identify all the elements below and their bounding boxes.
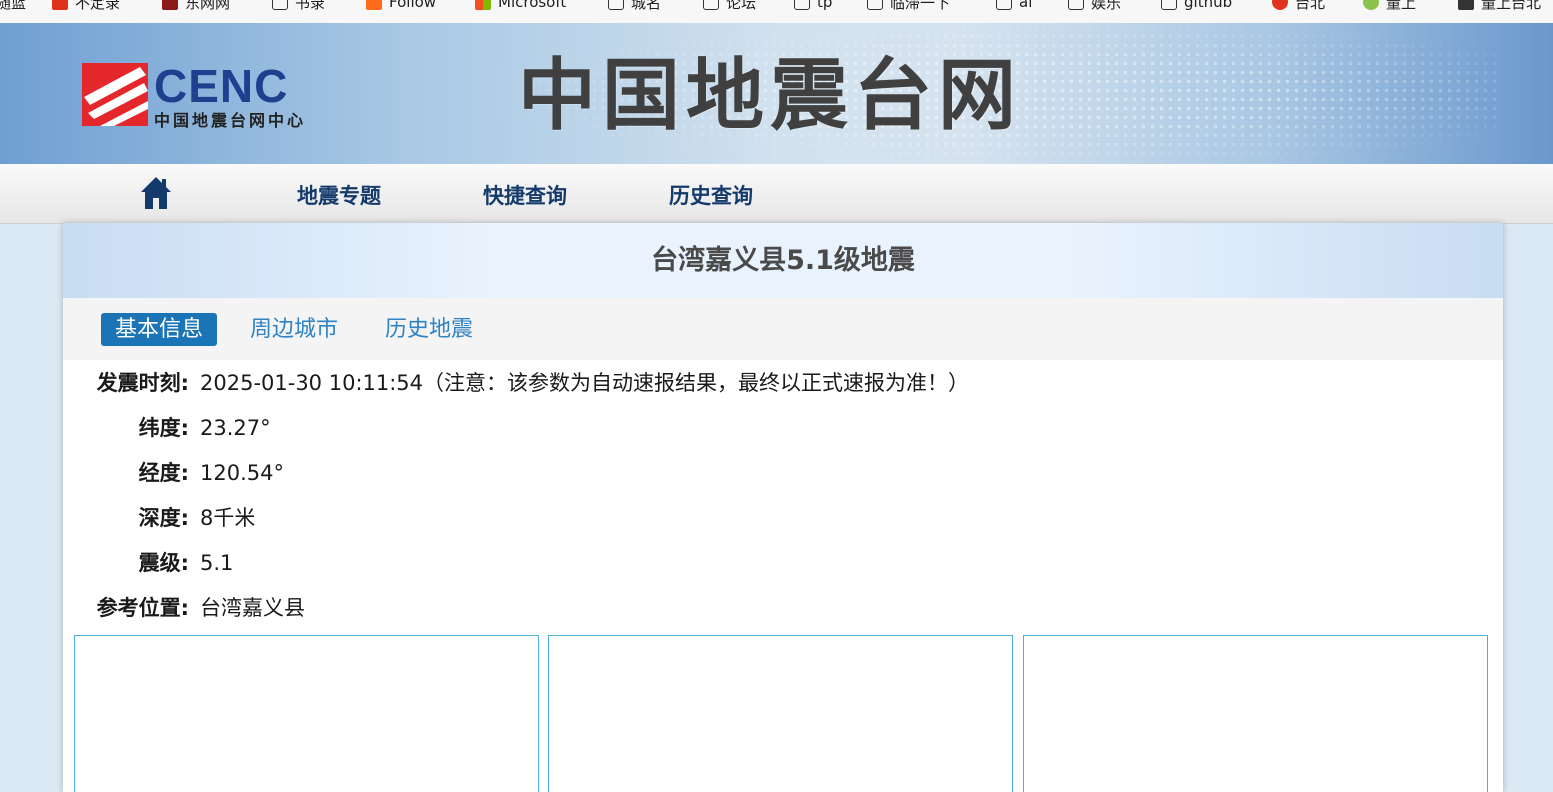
bookmark-item[interactable]: 台北: [1272, 0, 1325, 13]
map-frame[interactable]: [548, 635, 1013, 792]
folder-icon: [996, 0, 1012, 10]
info-label: 参考位置:: [96, 596, 189, 620]
info-row-time: 发震时刻: 2025-01-30 10:11:54（注意：该参数为自动速报结果，…: [63, 368, 1503, 398]
folder-icon: [703, 0, 719, 10]
bookmark-item[interactable]: 随蓝: [0, 0, 26, 13]
bookmark-item[interactable]: github: [1161, 0, 1232, 13]
bookmark-bar: 随蓝 不定录 东网网 书录 Follow Microsoft 城名 论坛 tp …: [0, 0, 1553, 24]
bookmark-item[interactable]: 娱乐: [1068, 0, 1121, 13]
bookmark-item[interactable]: 不定录: [52, 0, 120, 13]
info-label: 经度:: [138, 461, 189, 485]
bookmark-item[interactable]: 东网网: [162, 0, 230, 13]
folder-icon: [867, 0, 883, 10]
logo-subtext: 中国地震台网中心: [154, 111, 307, 130]
page-title: 台湾嘉义县5.1级地震: [651, 245, 915, 276]
info-row-longitude: 经度: 120.54°: [63, 458, 1503, 488]
app-icon: [1458, 0, 1474, 10]
bookmark-item[interactable]: 城名: [608, 0, 661, 13]
bookmark-item[interactable]: ai: [996, 0, 1032, 13]
info-value: 120.54°: [200, 461, 284, 485]
info-row-latitude: 纬度: 23.27°: [63, 413, 1503, 443]
site-title: 中国地震台网: [518, 50, 1023, 141]
info-value: 2025-01-30 10:11:54（注意：该参数为自动速报结果，最终以正式速…: [200, 371, 970, 395]
nav-item-history-query[interactable]: 历史查询: [669, 180, 753, 210]
quake-detail-panel: 台湾嘉义县5.1级地震 基本信息 周边城市 历史地震 发震时刻: 2025-01…: [63, 223, 1503, 792]
info-value: 8千米: [200, 506, 256, 530]
cenc-logo-mark-icon: [82, 63, 148, 126]
logo-text: CENC: [154, 60, 289, 112]
info-row-depth: 深度: 8千米: [63, 503, 1503, 533]
site-header: CENC 中国地震台网中心 中国地震台网: [0, 23, 1553, 164]
nav-item-earthquake-topics[interactable]: 地震专题: [297, 180, 381, 210]
bookmark-item[interactable]: 量上台北: [1458, 0, 1541, 13]
bookmark-item[interactable]: 量上: [1363, 0, 1416, 13]
info-label: 纬度:: [138, 416, 189, 440]
nav-item-quick-query[interactable]: 快捷查询: [483, 180, 567, 210]
folder-icon: [794, 0, 810, 10]
home-icon[interactable]: [140, 176, 172, 210]
info-label: 震级:: [138, 551, 189, 575]
app-icon: [52, 0, 68, 10]
bookmark-item[interactable]: Follow: [366, 0, 436, 13]
bookmark-item[interactable]: Microsoft: [475, 0, 566, 13]
bookmark-item[interactable]: 书录: [272, 0, 325, 13]
microsoft-icon: [475, 0, 491, 10]
map-frame[interactable]: [1023, 635, 1488, 792]
main-nav: 地震专题 快捷查询 历史查询: [0, 164, 1553, 224]
info-value: 5.1: [200, 551, 234, 575]
info-value: 台湾嘉义县: [200, 596, 305, 620]
bookmark-item[interactable]: 论坛: [703, 0, 756, 13]
info-label: 发震时刻:: [96, 371, 189, 395]
app-icon: [1363, 0, 1379, 10]
info-row-location: 参考位置: 台湾嘉义县: [63, 593, 1503, 623]
info-label: 深度:: [138, 506, 189, 530]
tab-basic-info[interactable]: 基本信息: [101, 313, 218, 346]
app-icon: [162, 0, 178, 10]
tab-nearby-cities[interactable]: 周边城市: [250, 313, 338, 346]
tab-bar: 基本信息 周边城市 历史地震: [63, 298, 1503, 360]
folder-icon: [272, 0, 288, 10]
app-icon: [1272, 0, 1288, 10]
folder-icon: [1161, 0, 1177, 10]
folder-icon: [1068, 0, 1084, 10]
folder-icon: [608, 0, 624, 10]
tab-historical-quakes[interactable]: 历史地震: [385, 313, 473, 346]
map-frame[interactable]: [74, 635, 539, 792]
bookmark-item[interactable]: 临滞一下: [867, 0, 950, 13]
info-value: 23.27°: [200, 416, 271, 440]
app-icon: [366, 0, 382, 10]
cenc-logo[interactable]: CENC 中国地震台网中心: [82, 60, 332, 133]
bookmark-item[interactable]: tp: [794, 0, 832, 13]
info-row-magnitude: 震级: 5.1: [63, 548, 1503, 578]
